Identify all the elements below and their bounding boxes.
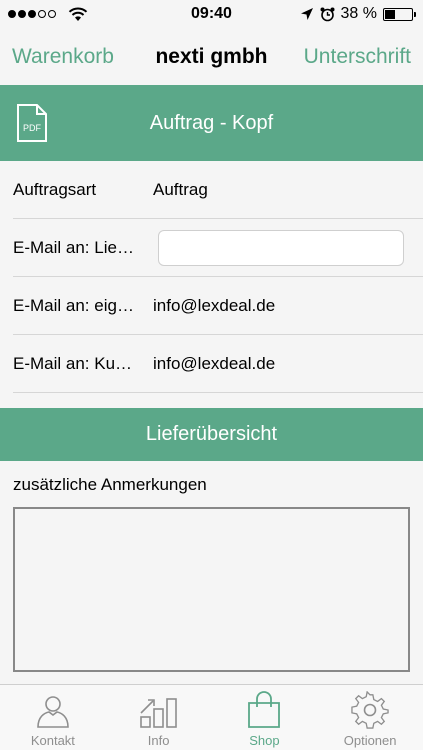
svg-text:PDF: PDF [23,123,42,133]
row-label: E-Mail an: eigene [13,296,138,315]
tab-label: Optionen [343,733,397,748]
tab-optionen[interactable]: Optionen [317,685,423,750]
navigation-bar: Warenkorb nexti gmbh Unterschrift [0,30,423,84]
alarm-clock-icon [320,7,335,21]
tab-label: Shop [249,733,280,748]
battery-percent: 38 % [340,5,377,22]
tab-label: Kontakt [30,733,75,748]
tab-shop[interactable]: Shop [212,685,318,750]
forward-button-unterschrift[interactable]: Unterschrift [304,45,411,69]
pdf-icon[interactable]: PDF [16,103,48,143]
battery-icon [383,7,416,21]
email-lieferant-input[interactable] [158,230,404,266]
row-label: E-Mail an: Kunde [13,354,138,373]
row-value: info@lexdeal.de [153,296,276,315]
row-email-kunde[interactable]: E-Mail an: Kunde info@lexdeal.de [0,335,423,393]
tab-label: Info [147,733,170,748]
notes-textarea[interactable] [13,507,410,672]
row-label: Auftragsart [13,180,97,199]
row-label: E-Mail an: Lieferant [13,238,138,257]
tab-kontakt[interactable]: Kontakt [0,685,106,750]
section-header-auftrag-kopf: PDF Auftrag - Kopf [0,85,423,161]
section-title: Lieferübersicht [145,423,278,445]
row-email-eigene[interactable]: E-Mail an: eigene info@lexdeal.de [0,277,423,335]
row-value: Auftrag [153,180,208,199]
gear-icon [351,691,389,729]
shopping-bag-icon [248,691,281,728]
tab-bar: Kontakt Info Shop Optionen [0,684,423,750]
back-button-warenkorb[interactable]: Warenkorb [12,45,114,69]
row-value: info@lexdeal.de [153,354,276,373]
section-header-lieferuebersicht[interactable]: Lieferübersicht [0,408,423,461]
order-header-fields: Auftragsart Auftrag E-Mail an: Lieferant… [0,161,423,393]
tab-info[interactable]: Info [106,685,212,750]
notes-label: zusätzliche Anmerkungen [13,475,207,494]
row-email-lieferant: E-Mail an: Lieferant [0,219,423,277]
section-title: Auftrag - Kopf [149,111,274,134]
location-arrow-icon [300,8,313,20]
chart-icon [139,698,177,728]
person-icon [37,696,69,728]
row-auftragsart[interactable]: Auftragsart Auftrag [0,161,423,219]
status-bar: 09:40 38 % [0,0,423,30]
